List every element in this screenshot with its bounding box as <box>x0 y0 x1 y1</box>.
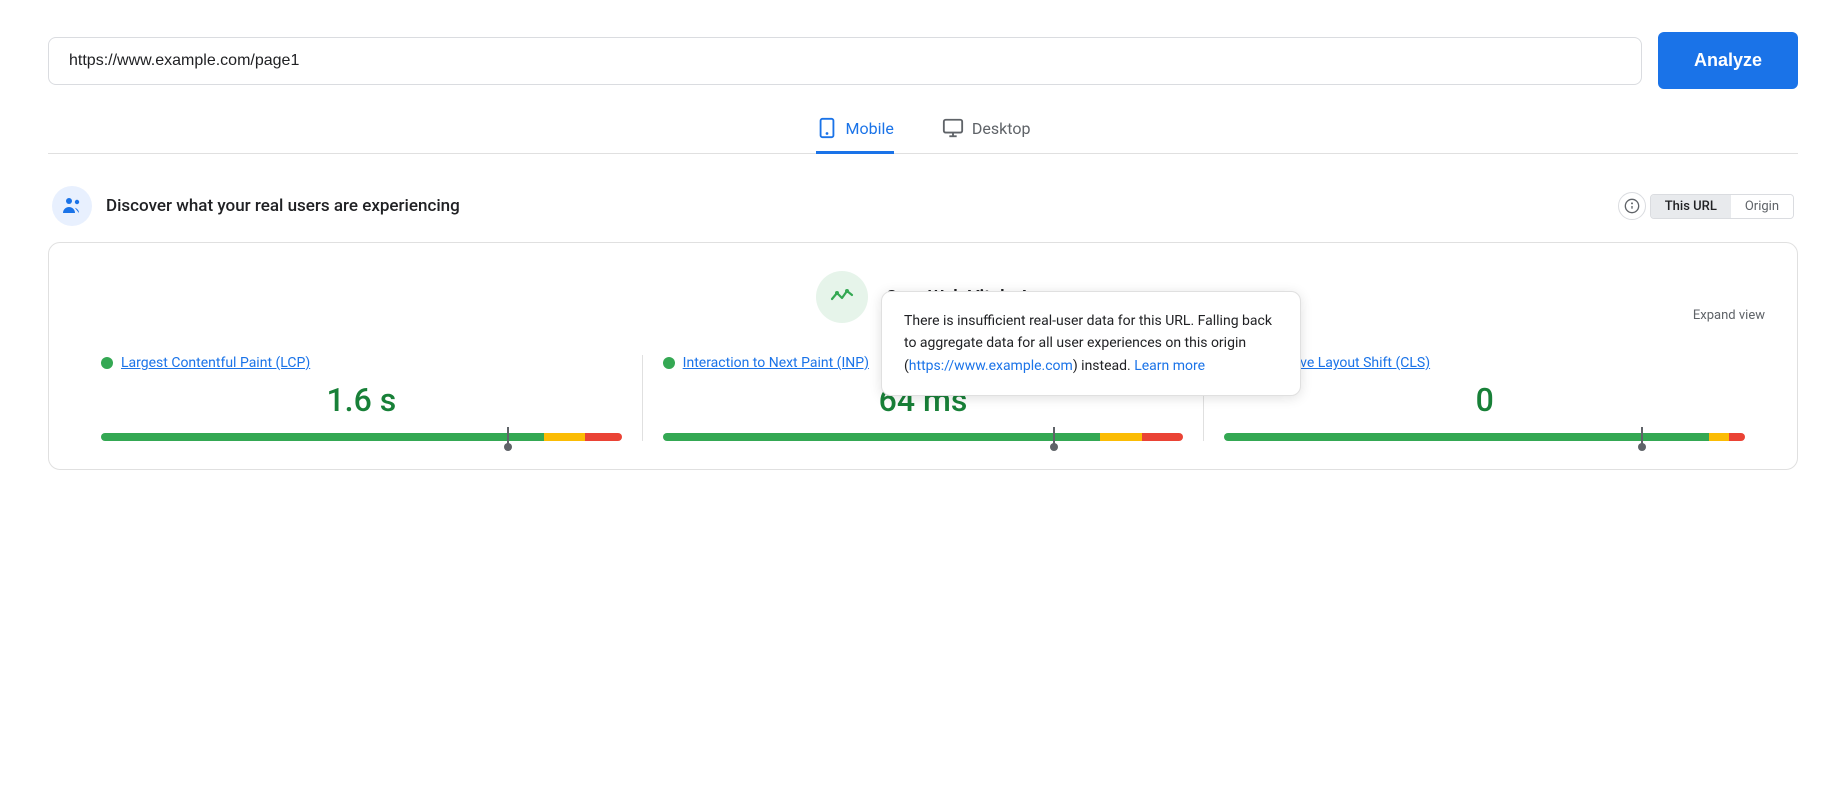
url-bar-row: Analyze <box>48 32 1798 89</box>
cwv-icon <box>827 282 857 312</box>
inp-bar-red <box>1142 433 1184 441</box>
lcp-label[interactable]: Largest Contentful Paint (LCP) <box>101 355 622 371</box>
cls-marker-pin <box>1638 443 1646 451</box>
this-url-button[interactable]: This URL <box>1651 195 1731 218</box>
tooltip-text2: ) instead. <box>1073 358 1134 374</box>
lcp-value: 1.6 s <box>101 381 622 419</box>
lcp-bar-green <box>101 433 544 441</box>
info-button[interactable] <box>1618 192 1646 220</box>
cls-bar-red <box>1729 433 1745 441</box>
section-header-right: This URL Origin <box>1618 192 1794 220</box>
url-origin-toggle: This URL Origin <box>1650 194 1794 219</box>
cls-bar-orange <box>1709 433 1730 441</box>
lcp-bar-track <box>101 433 622 441</box>
tab-desktop[interactable]: Desktop <box>942 117 1031 154</box>
lcp-marker-pin <box>504 443 512 451</box>
cls-bar-track <box>1224 433 1745 441</box>
cls-label[interactable]: Cumulative Layout Shift (CLS) <box>1224 355 1745 371</box>
expand-view-link[interactable]: Expand view <box>1693 308 1765 323</box>
lcp-bar-wrapper <box>101 433 622 441</box>
lcp-label-text: Largest Contentful Paint (LCP) <box>121 355 310 371</box>
inp-bar-track <box>663 433 1184 441</box>
inp-bar-green <box>663 433 1100 441</box>
cls-value: 0 <box>1224 381 1745 419</box>
origin-button[interactable]: Origin <box>1731 195 1793 218</box>
lcp-dot <box>101 357 113 369</box>
info-icon <box>1624 198 1640 214</box>
tooltip-box: There is insufficient real-user data for… <box>881 291 1301 396</box>
inp-bar-wrapper <box>663 433 1184 441</box>
cwv-header: Core Web Vitals A There is insufficient … <box>81 271 1765 323</box>
inp-marker-pin <box>1050 443 1058 451</box>
desktop-icon <box>942 117 964 139</box>
section-header: Discover what your real users are experi… <box>48 186 1798 226</box>
cls-bar-wrapper <box>1224 433 1745 441</box>
tabs-row: Mobile Desktop <box>48 117 1798 154</box>
lcp-bar-red <box>585 433 621 441</box>
tab-mobile[interactable]: Mobile <box>816 117 894 154</box>
cwv-icon-circle <box>816 271 868 323</box>
learn-more-link[interactable]: Learn more <box>1134 358 1205 374</box>
lcp-marker <box>507 427 509 447</box>
inp-dot <box>663 357 675 369</box>
cls-marker <box>1641 427 1643 447</box>
users-icon <box>60 194 84 218</box>
url-input[interactable] <box>69 52 1621 70</box>
main-card: Core Web Vitals A There is insufficient … <box>48 242 1798 470</box>
mobile-icon <box>816 117 838 139</box>
tab-mobile-label: Mobile <box>846 119 894 138</box>
cls-bar-green <box>1224 433 1708 441</box>
section-header-left: Discover what your real users are experi… <box>52 186 460 226</box>
metric-lcp: Largest Contentful Paint (LCP) 1.6 s <box>81 355 643 441</box>
section-icon <box>52 186 92 226</box>
analyze-button[interactable]: Analyze <box>1658 32 1798 89</box>
inp-bar-orange <box>1100 433 1142 441</box>
inp-label-text: Interaction to Next Paint (INP) <box>683 355 869 371</box>
url-input-wrapper <box>48 37 1642 85</box>
lcp-bar-orange <box>544 433 586 441</box>
section-title: Discover what your real users are experi… <box>106 196 460 216</box>
tab-desktop-label: Desktop <box>972 119 1031 138</box>
inp-marker <box>1053 427 1055 447</box>
tooltip-link[interactable]: https://www.example.com <box>909 358 1073 374</box>
